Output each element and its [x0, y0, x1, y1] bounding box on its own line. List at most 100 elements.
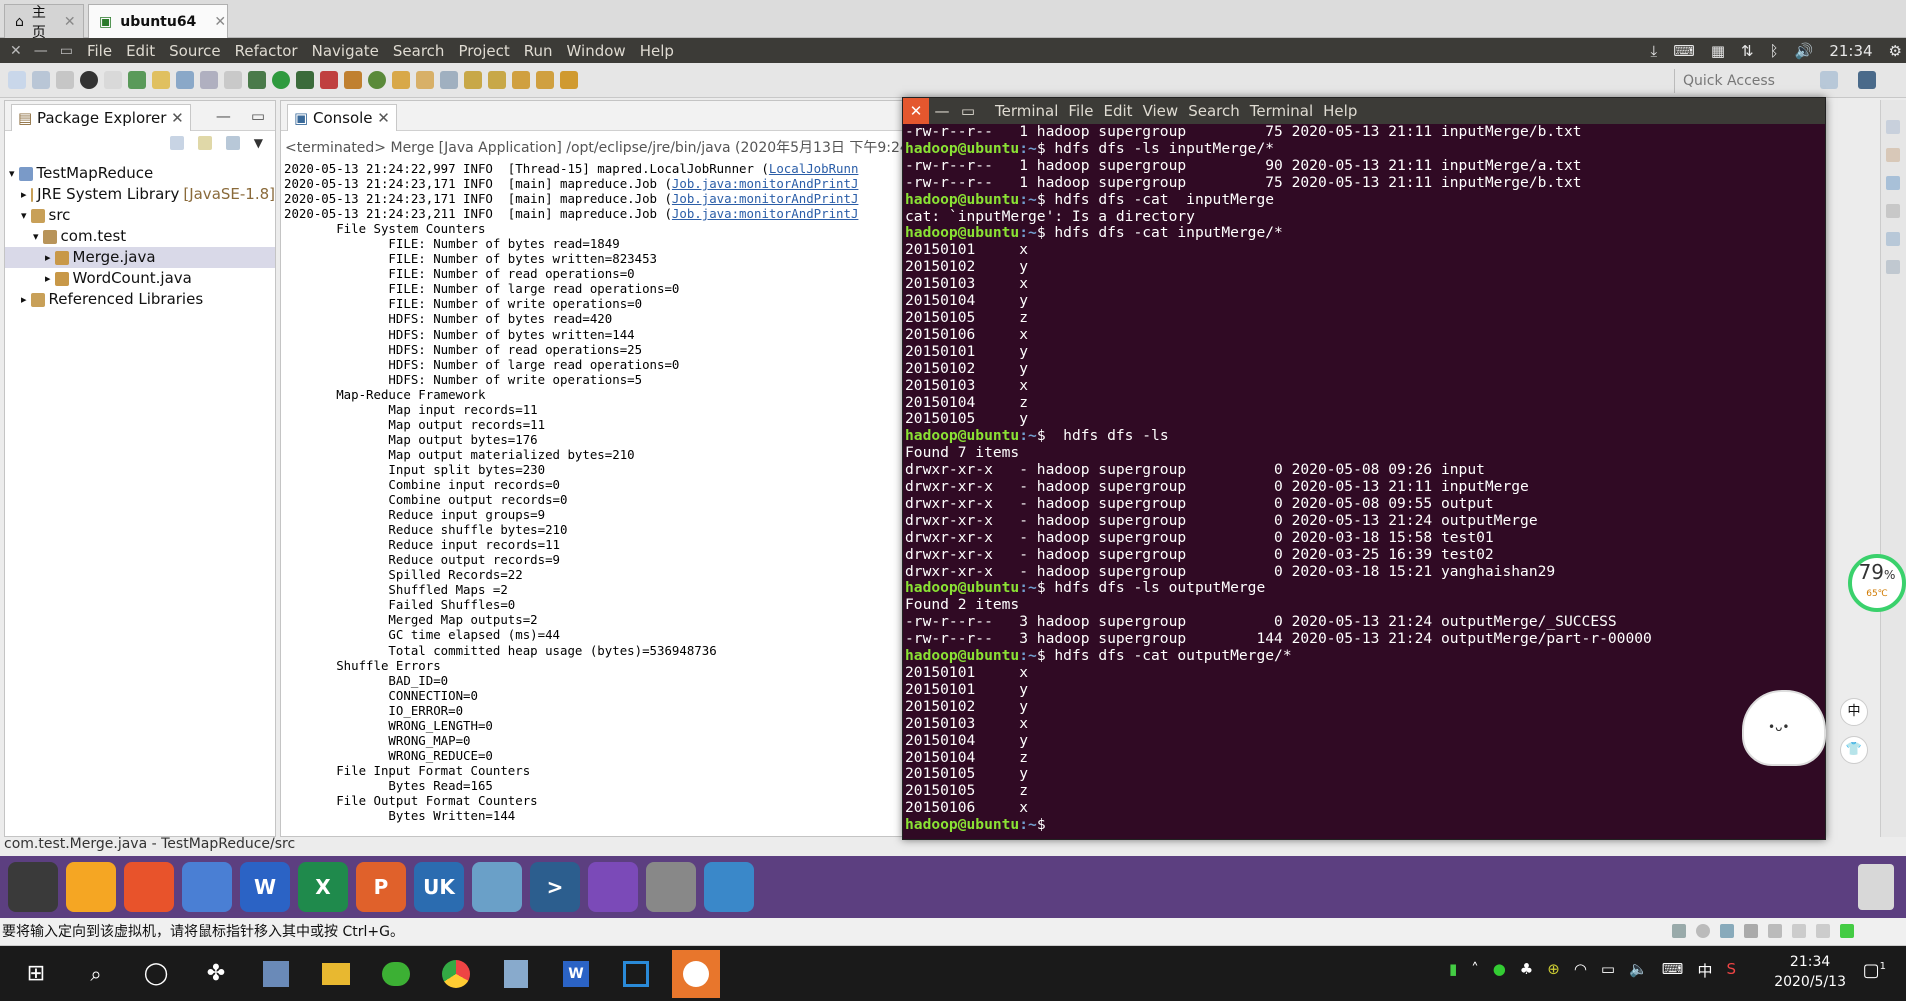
- menu-navigate[interactable]: Navigate: [312, 42, 379, 60]
- cd-icon[interactable]: [1696, 924, 1710, 938]
- menu-source[interactable]: Source: [169, 42, 221, 60]
- tree-item[interactable]: ▾ src: [5, 205, 275, 226]
- word-taskbar-icon[interactable]: W: [552, 950, 600, 998]
- collapsed-arrow-icon[interactable]: ▸: [45, 268, 51, 289]
- trash-icon[interactable]: [1858, 864, 1894, 910]
- ime-skin-icon[interactable]: 👕: [1840, 736, 1868, 764]
- open-folder-icon[interactable]: [416, 71, 434, 89]
- run-icon[interactable]: [272, 71, 290, 89]
- prev-annotation-icon[interactable]: [488, 71, 506, 89]
- close-view-icon[interactable]: ✕: [377, 109, 390, 127]
- editor-icon[interactable]: [588, 862, 638, 912]
- maximize-view-icon[interactable]: ▭: [251, 107, 265, 125]
- close-tab-icon[interactable]: ✕: [214, 14, 226, 30]
- uk-icon[interactable]: UK: [414, 862, 464, 912]
- debug-icon[interactable]: [248, 71, 266, 89]
- console-source-link[interactable]: Job.java:monitorAndPrintJ: [672, 191, 859, 206]
- restore-window-icon[interactable]: ▭: [60, 43, 73, 59]
- menu-project[interactable]: Project: [458, 42, 509, 60]
- vm-tab-ubuntu64[interactable]: ▣ ubuntu64 ✕: [88, 4, 228, 38]
- vm-tab-home[interactable]: ⌂ 主页 ✕: [4, 4, 84, 41]
- menu-window[interactable]: Window: [567, 42, 626, 60]
- quick-access-field[interactable]: Quick Access: [1674, 69, 1776, 93]
- usb-icon[interactable]: [1744, 924, 1758, 938]
- collapsed-arrow-icon[interactable]: ▸: [45, 247, 51, 268]
- chrome-icon[interactable]: [432, 950, 480, 998]
- cortana-icon[interactable]: ◯: [132, 950, 180, 998]
- forward-icon[interactable]: [536, 71, 554, 89]
- wechat-icon[interactable]: [372, 950, 420, 998]
- terminal-menu-search[interactable]: Search: [1188, 102, 1240, 120]
- terminal-window[interactable]: ✕ — ▭ Terminal File Edit View Search Terminal…: [902, 97, 1826, 840]
- draw-icon[interactable]: [672, 949, 720, 998]
- qq-icon[interactable]: ♣: [1520, 960, 1533, 981]
- pin-icon[interactable]: [104, 71, 122, 89]
- close-view-icon[interactable]: ✕: [171, 109, 184, 127]
- task-list-icon[interactable]: [1886, 148, 1900, 162]
- console-source-link[interactable]: Job.java:monitorAndPrintJ: [672, 176, 859, 191]
- coverage-icon[interactable]: [296, 71, 314, 89]
- wechat-tray-icon[interactable]: ●: [1493, 960, 1506, 981]
- volume-icon[interactable]: 🔊: [1795, 42, 1814, 60]
- update-icon[interactable]: ⤓: [1651, 42, 1658, 60]
- files-icon[interactable]: [66, 862, 116, 912]
- save-all-icon[interactable]: [56, 71, 74, 89]
- profile-icon[interactable]: [80, 71, 98, 89]
- menu-run[interactable]: Run: [524, 42, 553, 60]
- battery-green-icon[interactable]: ▮: [1449, 960, 1457, 981]
- windows-start-icon[interactable]: ⊞: [12, 950, 60, 998]
- notepad-icon[interactable]: [492, 950, 540, 998]
- display-icon[interactable]: [1816, 924, 1830, 938]
- focus-icon[interactable]: [225, 136, 240, 150]
- sound-icon[interactable]: [1768, 924, 1782, 938]
- paragraph-icon[interactable]: [224, 71, 242, 89]
- keyboard-tray-icon[interactable]: ⌨: [1662, 960, 1684, 981]
- vm-status-icon[interactable]: [1840, 924, 1854, 938]
- search-tool-icon[interactable]: [440, 71, 458, 89]
- tree-item[interactable]: ▸ WordCount.java: [5, 268, 275, 289]
- settings-gear-icon[interactable]: ⚙: [1889, 42, 1902, 60]
- terminal-menu-terminal[interactable]: Terminal: [1250, 102, 1313, 120]
- save-icon[interactable]: [32, 71, 50, 89]
- ime-taskbar[interactable]: 中: [1697, 960, 1712, 981]
- terminal-body[interactable]: -rw-r--r-- 1 hadoop supergroup 75 2020-0…: [903, 124, 1825, 840]
- block-icon[interactable]: [200, 71, 218, 89]
- file-explorer-icon[interactable]: [312, 950, 360, 998]
- task-icon[interactable]: [176, 71, 194, 89]
- expanded-arrow-icon[interactable]: ▾: [33, 226, 39, 247]
- taskbar-clock[interactable]: 21:34 2020/5/13: [1774, 952, 1846, 992]
- menu-help[interactable]: Help: [640, 42, 674, 60]
- terminal-menu-edit[interactable]: Edit: [1104, 102, 1133, 120]
- menu-refactor[interactable]: Refactor: [235, 42, 298, 60]
- ime-lang-button[interactable]: 中: [1840, 698, 1868, 726]
- collapsed-arrow-icon[interactable]: ▸: [21, 289, 27, 310]
- keyboard-icon[interactable]: ⌨: [1673, 42, 1695, 60]
- new-class-icon[interactable]: [368, 71, 386, 89]
- javadoc-icon[interactable]: [1886, 232, 1900, 246]
- hierarchy-icon[interactable]: [1886, 176, 1900, 190]
- new-package-icon[interactable]: [344, 71, 362, 89]
- chromium-icon[interactable]: [182, 862, 232, 912]
- vmware-icon[interactable]: [252, 950, 300, 998]
- workspace-icon[interactable]: [704, 862, 754, 912]
- link-editor-icon[interactable]: [197, 136, 212, 150]
- java-perspective-icon[interactable]: [1858, 71, 1876, 89]
- collapse-all-icon[interactable]: [169, 136, 184, 150]
- plus-icon[interactable]: ⊕: [1547, 960, 1560, 981]
- printer-device-icon[interactable]: [1792, 924, 1806, 938]
- console-tab[interactable]: ▣ Console ✕: [287, 104, 397, 131]
- package-explorer-tab[interactable]: ▤ Package Explorer ✕: [11, 104, 191, 131]
- console-source-link[interactable]: Job.java:monitorAndPrintJ: [672, 206, 859, 221]
- console-source-link[interactable]: LocalJobRunn: [769, 161, 859, 176]
- search-icon[interactable]: ⌕: [72, 950, 120, 998]
- firefox-icon[interactable]: [124, 862, 174, 912]
- menu-file[interactable]: File: [87, 42, 112, 60]
- view-menu-icon[interactable]: ▼: [254, 136, 263, 150]
- cpu-usage-widget[interactable]: 79% 65℃: [1848, 554, 1906, 612]
- close-terminal-icon[interactable]: ✕: [903, 98, 929, 124]
- battery-icon[interactable]: ▭: [1601, 960, 1615, 981]
- problems-icon[interactable]: [1886, 204, 1900, 218]
- close-window-icon[interactable]: ✕: [10, 43, 22, 59]
- minimize-window-icon[interactable]: —: [34, 43, 48, 59]
- terminal-menu-file[interactable]: File: [1068, 102, 1093, 120]
